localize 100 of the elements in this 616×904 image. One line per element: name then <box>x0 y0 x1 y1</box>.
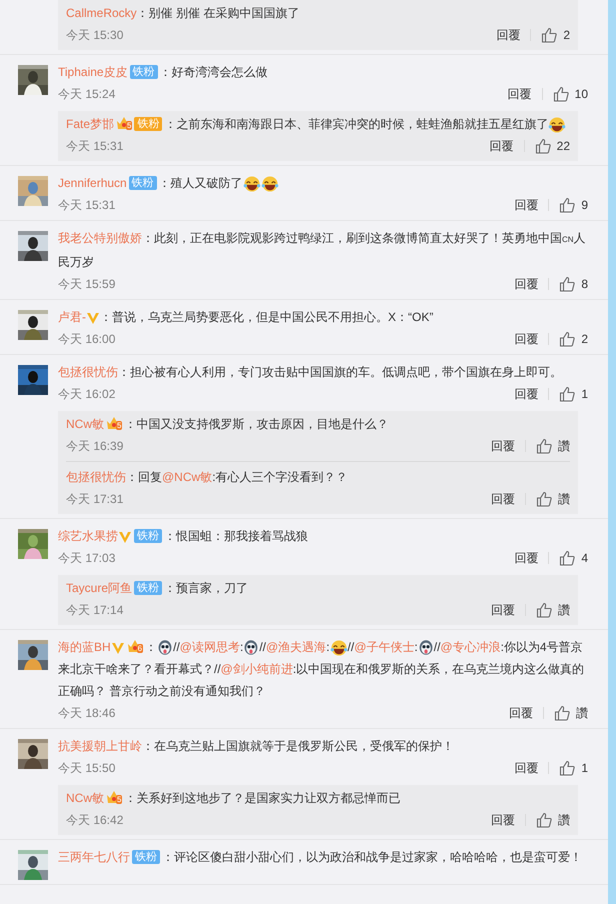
thumbs-up-icon[interactable] <box>552 86 569 102</box>
mention-link[interactable]: @NCw敏 <box>162 470 212 484</box>
user-name[interactable]: Fate梦邯 <box>66 117 114 131</box>
mention-link[interactable]: @渔夫遇海 <box>266 640 326 654</box>
user-name[interactable]: 抗美援朝上甘岭 <box>58 739 142 753</box>
dog-emoji-icon <box>243 639 260 656</box>
timestamp: 今天 16:00 <box>58 331 116 348</box>
thumbs-up-icon[interactable] <box>559 760 576 776</box>
thumbs-up-icon[interactable] <box>534 138 551 154</box>
comment-text: Fate梦邯 5 铁粉 ：之前东海和南海跟日本、菲律宾冲突的时候，蛙蛙渔船就挂五星红旗了 <box>66 113 570 135</box>
user-name[interactable]: NCw敏 <box>66 417 104 431</box>
timestamp: 今天 17:14 <box>66 602 124 619</box>
comment-text: 包拯很忧伤：担心被有心人利用，专门攻击贴中国国旗的车。低调点吧，带个国旗在身上即可。 <box>58 364 563 381</box>
timestamp: 今天 17:03 <box>58 550 116 567</box>
laughing-emoji-icon <box>260 176 279 192</box>
like-count: 2 <box>581 331 588 348</box>
timestamp: 今天 15:31 <box>58 197 116 214</box>
mention-link[interactable]: @子午侠士 <box>354 640 414 654</box>
like-count: 9 <box>581 197 588 214</box>
comment-text: NCw敏 5 ：中国又没支持俄罗斯，攻击原因，目地是什么？ <box>66 415 390 433</box>
timestamp: 今天 17:31 <box>66 491 124 508</box>
thumbs-up-icon[interactable] <box>559 331 576 347</box>
comment-text: NCw敏 5 ：关系好到这地步了？是国家实力让双方都忌惮而已 <box>66 789 402 807</box>
timestamp: 今天 15:59 <box>58 276 116 293</box>
fan-badge: 铁粉 <box>134 117 162 131</box>
timestamp: 今天 16:39 <box>66 438 124 455</box>
timestamp: 今天 16:42 <box>66 812 124 829</box>
reply-link[interactable]: 回覆 <box>514 383 538 405</box>
thumbs-up-icon[interactable] <box>559 550 576 566</box>
timestamp: 今天 15:31 <box>66 138 124 155</box>
comment-text: 包拯很忧伤：回复@NCw敏:有心人三个字没看到？？ <box>66 469 349 486</box>
user-name[interactable]: 我老公特别傲娇 <box>58 231 142 245</box>
vip-level: 5 <box>126 121 132 130</box>
user-name[interactable]: Jenniferhucn <box>58 176 127 190</box>
like-count: 讚 <box>558 602 570 619</box>
mention-link[interactable]: @专心冲浪 <box>440 640 501 654</box>
user-name[interactable]: 包拯很忧伤 <box>58 365 118 379</box>
fan-badge: 铁粉 <box>134 581 162 595</box>
laughing-emoji-icon <box>548 116 566 133</box>
thumbs-up-icon[interactable] <box>541 27 558 43</box>
timestamp: 今天 15:24 <box>58 86 116 103</box>
reply-link[interactable]: 回覆 <box>491 488 515 510</box>
user-name[interactable]: CallmeRocky <box>66 6 137 20</box>
comment-text: CallmeRocky：别催 别催 在采购中国国旗了 <box>66 5 300 22</box>
timestamp: 今天 15:30 <box>66 27 124 44</box>
reply-link[interactable]: 回覆 <box>508 83 532 105</box>
verified-icon <box>110 641 125 655</box>
laughing-emoji-icon <box>242 176 261 192</box>
reply-link[interactable]: 回覆 <box>491 435 515 457</box>
mention-link[interactable]: @剑小纯前进 <box>220 662 293 676</box>
user-name[interactable]: NCw敏 <box>66 791 104 805</box>
fan-badge: 铁粉 <box>128 176 157 190</box>
verified-icon <box>86 311 100 325</box>
thumbs-up-icon[interactable] <box>536 491 552 507</box>
comment-text: 海的蓝BH 6 ： //@读网思考: //@渔夫遇海: //@子午侠士: //@专心冲浪:你以为4号普京来北京干啥来了？看开幕式？//@剑小纯前进:以中国现在和俄罗斯的关系，在乌克兰境内这么做真的正确吗？ 普京行动之前没有通知我们？ <box>58 638 586 700</box>
like-count: 2 <box>563 27 570 44</box>
vip-level: 5 <box>116 421 122 430</box>
reply-link[interactable]: 回覆 <box>490 135 514 157</box>
reply-link[interactable]: 回覆 <box>514 328 538 350</box>
reply-link[interactable]: 回覆 <box>496 24 520 46</box>
thumbs-up-icon[interactable] <box>536 812 552 828</box>
mention-link[interactable]: @读网思考 <box>180 640 240 654</box>
reply-link[interactable]: 回覆 <box>514 757 538 779</box>
reply-link[interactable]: 回覆 <box>491 809 515 831</box>
reply-link[interactable]: 回覆 <box>514 547 538 569</box>
user-name[interactable]: 卢君- <box>58 310 86 324</box>
comment-text: 综艺水果捞 铁粉 ：恨国蛆：那我接着骂战狼 <box>58 528 309 546</box>
like-count: 讚 <box>558 438 570 455</box>
thumbs-up-icon[interactable] <box>536 438 552 454</box>
fan-badge: 铁粉 <box>132 850 160 864</box>
comment-text: 卢君- ：普说，乌克兰局势要恶化，但是中国公民不用担心。X：“OK” <box>58 309 434 327</box>
like-count: 讚 <box>558 491 570 508</box>
user-name[interactable]: 海的蓝BH <box>58 640 111 654</box>
thumbs-up-icon[interactable] <box>559 276 576 292</box>
reply-link[interactable]: 回覆 <box>514 194 538 216</box>
laughing-emoji-icon <box>330 640 348 656</box>
reply-link[interactable]: 回覆 <box>509 702 533 724</box>
thumbs-up-icon[interactable] <box>559 197 576 213</box>
like-count: 8 <box>581 276 588 293</box>
thumbs-up-icon[interactable] <box>559 386 576 402</box>
timestamp: 今天 15:50 <box>58 760 116 777</box>
vip-level: 5 <box>116 795 122 804</box>
comment-text: 抗美援朝上甘岭：在乌克兰贴上国旗就等于是俄罗斯公民，受俄军的保护！ <box>58 738 455 755</box>
user-name[interactable]: 三两年七八行 <box>58 850 130 864</box>
timestamp: 今天 16:02 <box>58 386 116 403</box>
user-name[interactable]: 包拯很忧伤 <box>66 470 126 484</box>
reply-link[interactable]: 回覆 <box>514 273 538 295</box>
reply-link[interactable]: 回覆 <box>491 599 515 621</box>
user-name[interactable]: Taycure阿鱼 <box>66 581 132 595</box>
comment-text: 三两年七八行 铁粉 ：评论区傻白甜小甜心们，以为政治和战争是过家家，哈哈哈哈，也是蛮可爱！ <box>58 849 583 866</box>
user-name[interactable]: 综艺水果捞 <box>58 529 118 543</box>
user-name[interactable]: Tiphaine皮皮 <box>58 65 128 79</box>
timestamp: 今天 18:46 <box>58 705 116 722</box>
dog-emoji-icon <box>157 639 174 656</box>
fan-badge: 铁粉 <box>134 529 162 543</box>
fan-badge: 铁粉 <box>130 65 158 79</box>
thumbs-up-icon[interactable] <box>554 705 570 721</box>
thumbs-up-icon[interactable] <box>536 602 552 618</box>
comment-text: 我老公特别傲娇：此刻，正在电影院观影跨过鸭绿江，刷到这条微博简直太好哭了！英勇地中国CN人民万岁 <box>58 230 587 271</box>
comment-text: Taycure阿鱼 铁粉 ：预言家，刀了 <box>66 580 250 597</box>
